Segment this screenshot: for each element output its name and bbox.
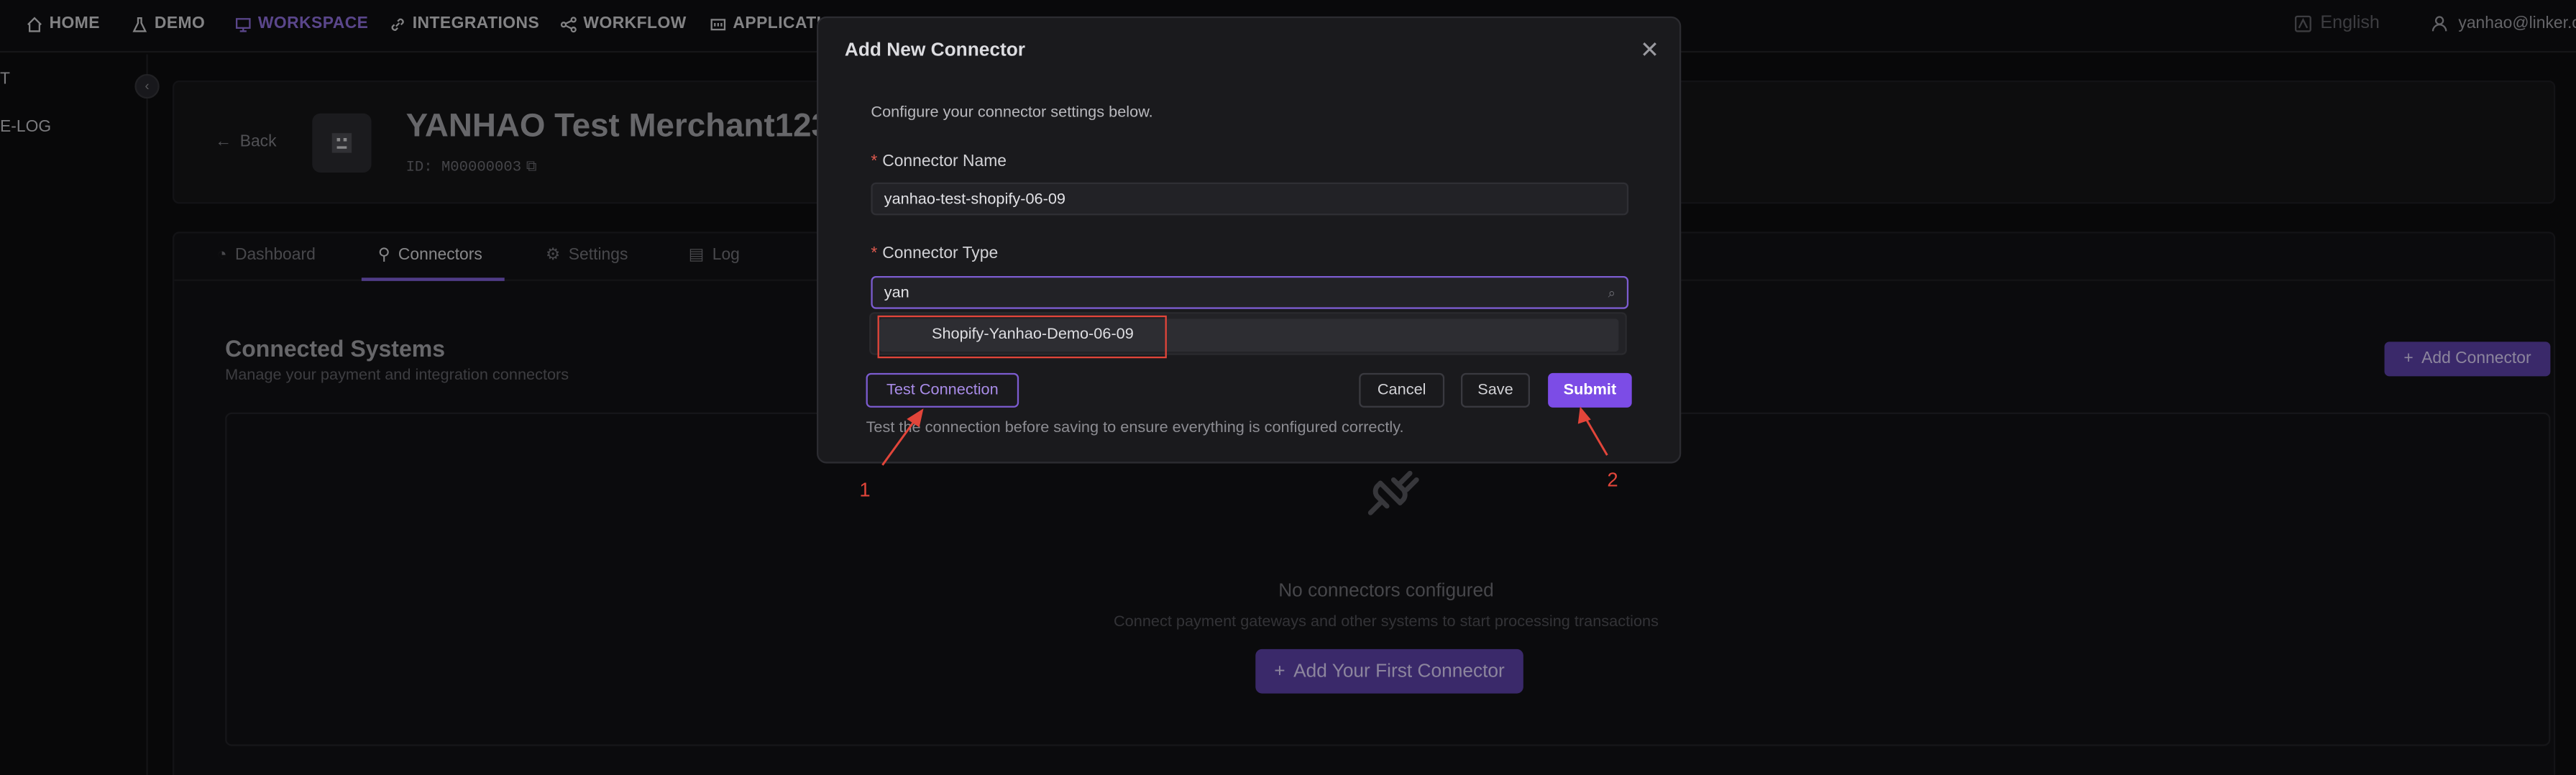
connector-name-value: yanhao-test-shopify-06-09 [884, 191, 1065, 209]
modal-hint: Test the connection before saving to ens… [866, 418, 1404, 437]
connector-type-label-text: Connector Type [882, 244, 999, 263]
annotation-number-1: 1 [859, 478, 871, 502]
modal-title: Add New Connector [844, 41, 1026, 61]
cancel-button[interactable]: Cancel [1359, 372, 1445, 408]
connector-type-select[interactable]: yan ⌕ [871, 275, 1629, 309]
connector-type-search-value: yan [884, 284, 909, 303]
connector-name-label: * Connector Name [871, 153, 1007, 171]
close-icon[interactable]: ✕ [1640, 36, 1659, 64]
submit-button[interactable]: Submit [1548, 372, 1632, 408]
search-icon: ⌕ [1608, 285, 1615, 301]
annotation-number-2: 2 [1607, 468, 1618, 492]
connector-name-label-text: Connector Name [882, 152, 1007, 171]
save-button[interactable]: Save [1460, 372, 1530, 408]
required-marker: * [871, 152, 878, 171]
required-marker: * [871, 244, 878, 263]
annotation-highlight-box [877, 315, 1167, 359]
connector-name-input[interactable]: yanhao-test-shopify-06-09 [871, 182, 1629, 216]
test-connection-button[interactable]: Test Connection [866, 372, 1019, 408]
connector-type-label: * Connector Type [871, 245, 998, 263]
modal-description: Configure your connector settings below. [871, 103, 1153, 122]
